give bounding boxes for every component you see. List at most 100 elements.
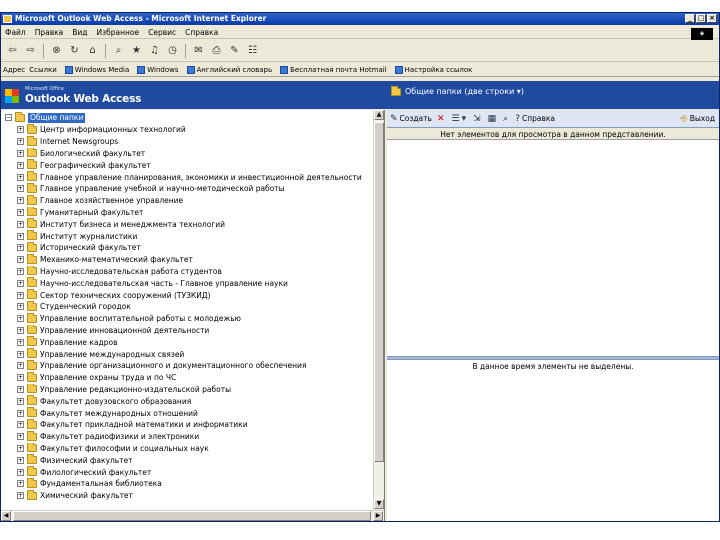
maximize-button[interactable]: □ [696, 14, 706, 23]
scroll-left-icon[interactable]: ◀ [1, 511, 11, 521]
expand-icon[interactable]: + [17, 338, 24, 346]
delete-button[interactable]: ✕ [437, 114, 447, 124]
search-icon[interactable]: ⌕ [111, 43, 126, 58]
link-windows-media[interactable]: Windows Media [64, 65, 129, 74]
print-icon[interactable]: ⎙ [209, 43, 224, 58]
scroll-right-icon[interactable]: ▶ [373, 511, 383, 521]
link-dictionary[interactable]: Английский словарь [186, 65, 272, 74]
tree-item[interactable]: + Механико-математический факультет [17, 253, 373, 266]
menu-favorites[interactable]: Избранное [97, 28, 140, 37]
tree-item[interactable]: + Управление организационного и документа… [17, 359, 373, 372]
expand-icon[interactable]: + [17, 421, 24, 429]
links-label[interactable]: Ссылки [29, 66, 57, 74]
new-button[interactable]: ✎ Создать [390, 114, 432, 124]
tree-item[interactable]: + Факультет прикладной математики и инфор… [17, 418, 373, 431]
tree-item[interactable]: + Управление международных связей [17, 348, 373, 360]
expand-icon[interactable]: + [17, 362, 24, 370]
tree-item[interactable]: + Студенческий городок [17, 300, 373, 313]
tree-item[interactable]: + Филологический факультет [17, 466, 373, 478]
exit-button[interactable]: ⎆ Выход [681, 114, 715, 124]
link-customize[interactable]: Настройка ссылок [394, 65, 472, 74]
tree-item[interactable]: + Исторический факультет [17, 241, 373, 254]
expand-icon[interactable]: + [17, 303, 24, 311]
expand-icon[interactable]: + [17, 126, 24, 134]
expand-icon[interactable]: + [17, 350, 24, 358]
tree-item[interactable]: + Факультет философии и социальных наук [17, 442, 373, 455]
current-folder-caption[interactable]: Общие папки (две строки ▾) [391, 85, 524, 96]
expand-icon[interactable]: + [17, 232, 24, 240]
menu-view[interactable]: Вид [72, 28, 87, 37]
nav-dropdown[interactable]: ▦ [488, 114, 499, 124]
tree-item[interactable]: + Химический факультет [17, 489, 373, 502]
expand-icon[interactable]: + [17, 267, 24, 275]
edit-icon[interactable]: ✎ [227, 43, 242, 58]
expand-icon[interactable]: + [17, 468, 24, 476]
tree-item[interactable]: + Факультет довузовского образования [17, 395, 373, 407]
move-button[interactable]: ⇲ [473, 114, 483, 124]
tree-item[interactable]: + Центр информационных технологий [17, 124, 373, 136]
vertical-scrollbar[interactable]: ▲ ▼ [373, 110, 384, 510]
expand-icon[interactable]: + [17, 279, 24, 287]
menu-help[interactable]: Справка [185, 28, 218, 37]
expand-icon[interactable]: + [17, 161, 24, 169]
menu-edit[interactable]: Правка [35, 28, 64, 37]
tree-item[interactable]: + Институт бизнеса и менеджмента технолог… [17, 218, 373, 230]
expand-icon[interactable]: + [17, 444, 24, 452]
tree-item[interactable]: + Управление редакционно-издательской раб… [17, 383, 373, 396]
tree-item[interactable]: + Управление инновационной деятельности [17, 324, 373, 337]
expand-icon[interactable]: + [17, 385, 24, 393]
expand-icon[interactable]: + [17, 173, 24, 181]
expand-icon[interactable]: + [17, 208, 24, 216]
media-icon[interactable]: ♫ [147, 43, 162, 58]
search-button[interactable]: ⌕ [503, 114, 510, 124]
close-button[interactable]: × [707, 14, 717, 23]
expand-icon[interactable]: + [17, 315, 24, 323]
expand-icon[interactable]: + [17, 374, 24, 382]
expand-icon[interactable]: + [17, 456, 24, 464]
scroll-thumb[interactable] [374, 122, 384, 462]
scroll-up-icon[interactable]: ▲ [374, 110, 384, 120]
tree-item[interactable]: + Сектор технических сооружений (ТУЗКИД) [17, 289, 373, 301]
tree-item[interactable]: + Internet Newsgroups [17, 135, 373, 148]
tree-item[interactable]: + Факультет радиофизики и электроники [17, 430, 373, 443]
expand-icon[interactable]: + [17, 138, 24, 146]
expand-icon[interactable]: + [17, 291, 24, 299]
back-icon[interactable]: ⇦ [5, 43, 20, 58]
stop-icon[interactable]: ⊗ [49, 43, 64, 58]
tree-item[interactable]: + Гуманитарный факультет [17, 206, 373, 219]
expand-icon[interactable]: + [17, 185, 24, 193]
expand-icon[interactable]: + [17, 409, 24, 417]
minimize-button[interactable]: _ [685, 14, 695, 23]
tree-item[interactable]: + Научно-исследовательская работа студент… [17, 265, 373, 278]
tree-item[interactable]: + Главное управление планирования, эконом… [17, 171, 373, 183]
tree-root[interactable]: − Общие папки [5, 111, 86, 123]
tree-item[interactable]: + Управление охраны труда и по ЧС [17, 371, 373, 384]
tree-item[interactable]: + Фундаментальная библиотека [17, 477, 373, 490]
expand-icon[interactable]: + [17, 220, 24, 228]
view-dropdown[interactable]: ☰ ▾ [451, 114, 468, 124]
expand-icon[interactable]: + [17, 197, 24, 205]
history-icon[interactable]: ◷ [165, 43, 180, 58]
help-button[interactable]: ? Справка [515, 114, 555, 124]
menu-file[interactable]: Файл [5, 28, 26, 37]
tree-item[interactable]: + Управление воспитательной работы с моло… [17, 312, 373, 325]
home-icon[interactable]: ⌂ [85, 43, 100, 58]
expand-icon[interactable]: + [17, 433, 24, 441]
expand-icon[interactable]: + [17, 326, 24, 334]
expand-icon[interactable]: + [17, 244, 24, 252]
tree-item[interactable]: + Географический факультет [17, 159, 373, 171]
collapse-icon[interactable]: − [5, 114, 12, 121]
expand-icon[interactable]: + [17, 492, 24, 500]
discuss-icon[interactable]: ☷ [245, 43, 260, 58]
tree-item[interactable]: + Главное хозяйственное управление [17, 194, 373, 207]
tree-item[interactable]: + Факультет международных отношений [17, 407, 373, 419]
tree-item[interactable]: + Научно-исследовательская часть - Главно… [17, 277, 373, 289]
expand-icon[interactable]: + [17, 256, 24, 264]
tree-item[interactable]: + Биологический факультет [17, 147, 373, 160]
link-hotmail[interactable]: Бесплатная почта Hotmail [280, 65, 387, 74]
mail-icon[interactable]: ✉ [191, 43, 206, 58]
hscroll-thumb[interactable] [13, 511, 371, 521]
expand-icon[interactable]: + [17, 480, 24, 488]
forward-icon[interactable]: ⇨ [23, 43, 38, 58]
pane-splitter[interactable] [387, 356, 719, 360]
